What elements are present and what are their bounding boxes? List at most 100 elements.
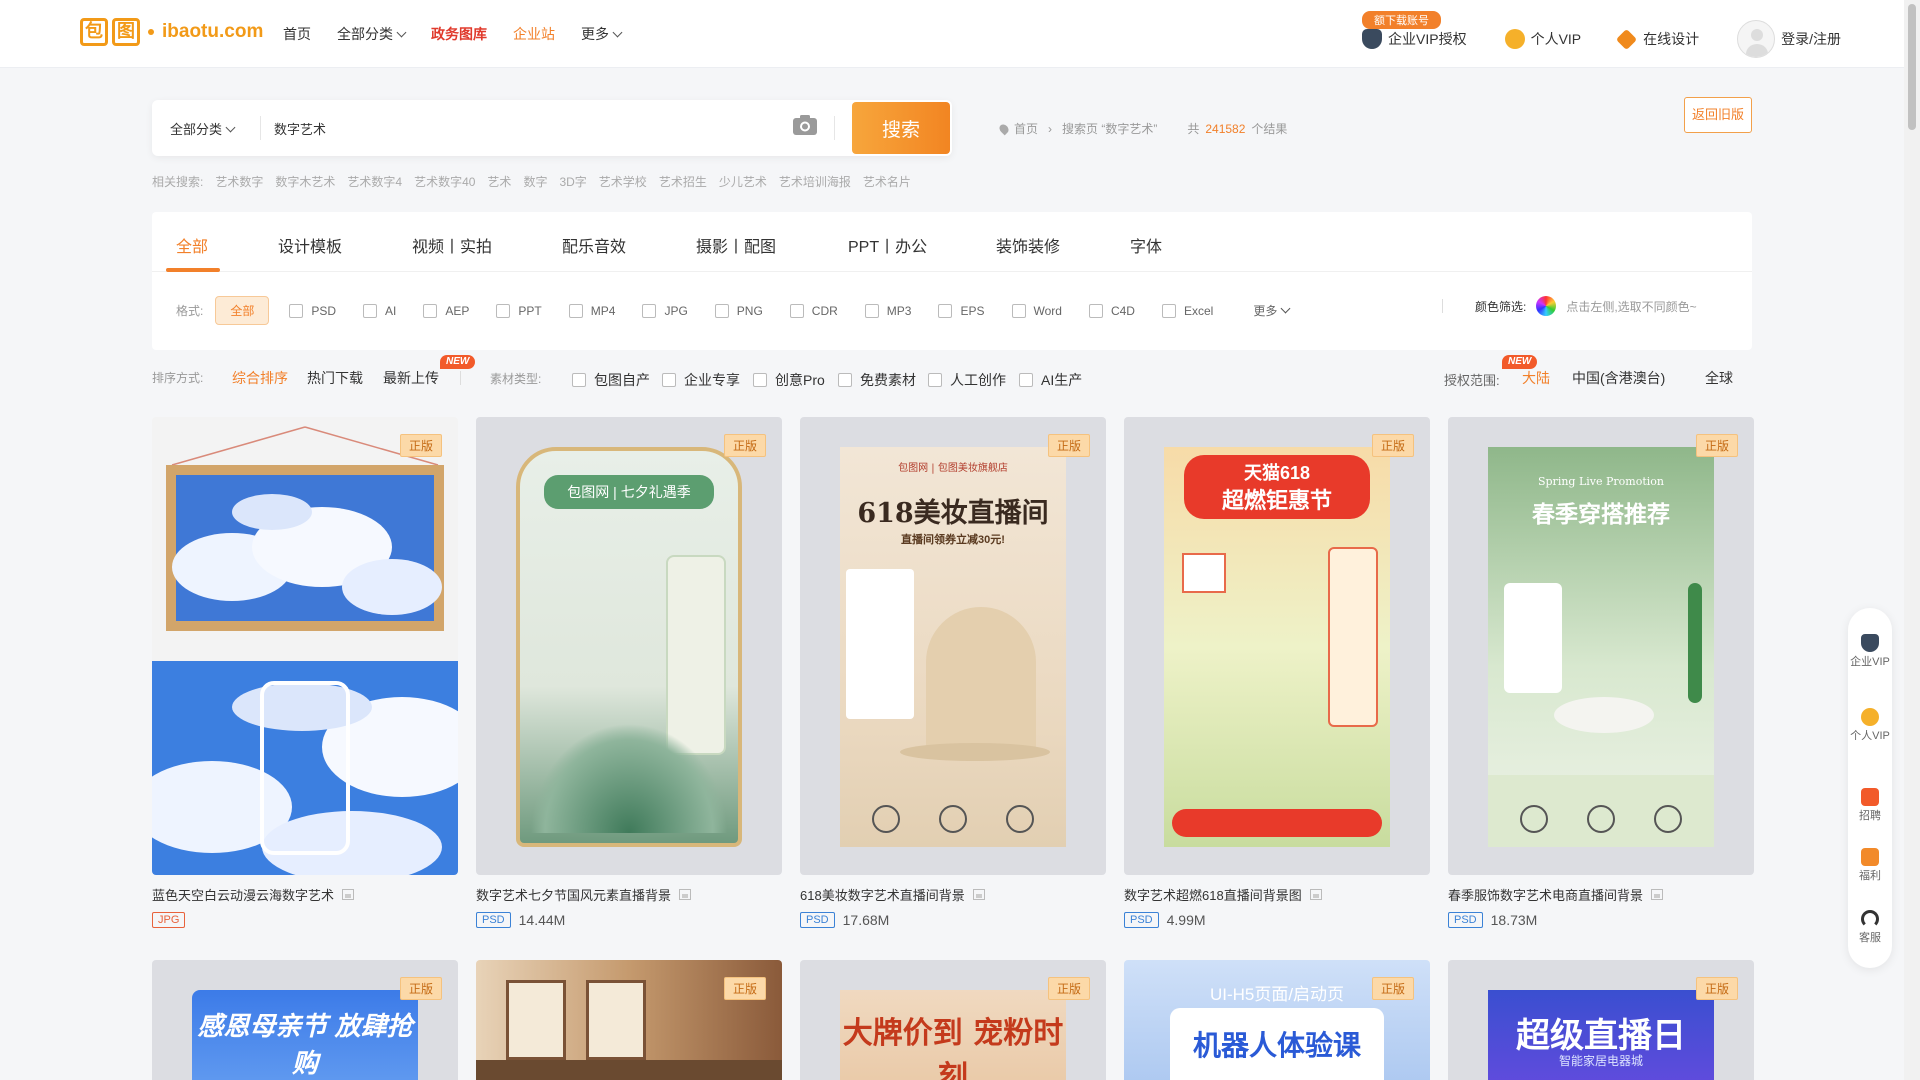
license-global[interactable]: 全球 (1705, 368, 1733, 388)
page-scrollbar[interactable] (1904, 0, 1920, 1080)
result-card[interactable]: 正版 蓝色天空白云动漫云海数字艺术 JPG (152, 417, 458, 928)
format-option[interactable]: MP4 (568, 303, 615, 318)
format-option[interactable]: Word (1011, 303, 1062, 318)
checkbox[interactable] (496, 303, 511, 318)
sort-hot-downloads[interactable]: 热门下载 (307, 368, 363, 388)
breadcrumb-home[interactable]: 首页 (1014, 120, 1038, 137)
license-mainland[interactable]: 大陆 (1522, 368, 1550, 388)
related-item[interactable]: 艺术数字4 (347, 173, 402, 190)
search-button[interactable]: 搜索 (852, 102, 950, 154)
card-thumbnail[interactable]: 包图网 | 包图美妆旗舰店 618美妆直播间 直播间领券立减30元! 正版 (800, 417, 1106, 875)
tab-music-sfx[interactable]: 配乐音效 (562, 233, 626, 257)
checkbox[interactable] (789, 303, 804, 318)
card-thumbnail[interactable]: Spring Live Promotion 春季穿搭推荐 正版 (1448, 417, 1754, 875)
side-benefits[interactable]: 福利 (1848, 848, 1892, 882)
result-card[interactable]: 感恩母亲节 放肆抢购 正版 (152, 960, 458, 1080)
related-item[interactable]: 艺术培训海报 (779, 173, 851, 190)
nav-more[interactable]: 更多 (581, 24, 623, 44)
nav-all-categories[interactable]: 全部分类 (337, 24, 407, 44)
related-item[interactable]: 艺术 (487, 173, 511, 190)
checkbox[interactable] (363, 303, 378, 318)
card-thumbnail[interactable]: 包图网 | 七夕礼遇季 正版 (476, 417, 782, 875)
tab-design-templates[interactable]: 设计模板 (278, 233, 342, 257)
related-item[interactable]: 艺术招生 (659, 173, 707, 190)
personal-vip-link[interactable]: 个人VIP (1504, 29, 1581, 49)
format-option[interactable]: AEP (423, 303, 469, 318)
result-card[interactable]: 正版 (476, 960, 782, 1080)
checkbox[interactable] (753, 373, 767, 387)
result-card[interactable]: Spring Live Promotion 春季穿搭推荐 正版 春季服饰数字艺术… (1448, 417, 1754, 928)
result-card[interactable]: 包图网 | 七夕礼遇季 正版 数字艺术七夕节国风元素直播背景 PSD 14.44M (476, 417, 782, 928)
related-item[interactable]: 艺术学校 (599, 173, 647, 190)
related-item[interactable]: 艺术数字40 (414, 173, 475, 190)
tab-decoration[interactable]: 装饰装修 (996, 233, 1060, 257)
checkbox[interactable] (1019, 373, 1033, 387)
card-thumbnail[interactable]: 正版 (476, 960, 782, 1080)
nav-gov-gallery[interactable]: 政务图库 (431, 24, 487, 44)
result-card[interactable]: UI-H5页面/启动页 机器人体验课 正版 (1124, 960, 1430, 1080)
card-thumbnail[interactable]: 感恩母亲节 放肆抢购 正版 (152, 960, 458, 1080)
material-type-option[interactable]: 人工创作 (928, 370, 1006, 390)
result-card[interactable]: 大牌价到 宠粉时刻 正版 (800, 960, 1106, 1080)
related-item[interactable]: 数字木艺术 (275, 173, 335, 190)
tab-video[interactable]: 视频丨实拍 (412, 233, 492, 257)
related-item[interactable]: 艺术名片 (863, 173, 911, 190)
nav-home[interactable]: 首页 (283, 24, 311, 44)
material-type-option[interactable]: 创意Pro (753, 370, 825, 390)
related-item[interactable]: 数字 (523, 173, 547, 190)
format-option[interactable]: PPT (496, 303, 542, 318)
material-type-option[interactable]: 包图自产 (572, 370, 650, 390)
tab-fonts[interactable]: 字体 (1130, 233, 1162, 257)
result-card[interactable]: 包图网 | 包图美妆旗舰店 618美妆直播间 直播间领券立减30元! 正版 61… (800, 417, 1106, 928)
tab-all[interactable]: 全部 (176, 233, 208, 257)
checkbox[interactable] (838, 373, 852, 387)
format-all-button[interactable]: 全部 (215, 296, 270, 325)
checkbox[interactable] (289, 303, 304, 318)
color-wheel-icon[interactable] (1536, 296, 1557, 316)
side-personal-vip[interactable]: 个人VIP (1848, 708, 1892, 742)
sort-comprehensive[interactable]: 综合排序 (232, 368, 288, 388)
online-design-link[interactable]: 在线设计 (1616, 28, 1699, 50)
result-card[interactable]: 超级直播日 智能家居电器城 正版 (1448, 960, 1754, 1080)
checkbox[interactable] (662, 373, 676, 387)
scrollbar-thumb[interactable] (1908, 4, 1916, 130)
related-item[interactable]: 3D字 (559, 173, 586, 190)
enterprise-vip-link[interactable]: 额下载账号 企业VIP授权 (1362, 11, 1467, 49)
card-title-row[interactable]: 蓝色天空白云动漫云海数字艺术 (152, 885, 458, 904)
related-item[interactable]: 艺术数字 (215, 173, 263, 190)
card-thumbnail[interactable]: 超级直播日 智能家居电器城 正版 (1448, 960, 1754, 1080)
format-option[interactable]: CDR (789, 303, 838, 318)
card-title-row[interactable]: 数字艺术超燃618直播间背景图 (1124, 885, 1430, 904)
card-thumbnail[interactable]: UI-H5页面/启动页 机器人体验课 正版 (1124, 960, 1430, 1080)
format-option[interactable]: PNG (714, 303, 763, 318)
card-title-row[interactable]: 数字艺术七夕节国风元素直播背景 (476, 885, 782, 904)
site-logo[interactable]: 包 图 ibaotu.com (80, 18, 263, 46)
search-input[interactable] (274, 114, 914, 142)
checkbox[interactable] (572, 373, 586, 387)
tab-photography[interactable]: 摄影丨配图 (696, 233, 776, 257)
checkbox[interactable] (568, 303, 583, 318)
card-title[interactable]: 春季服饰数字艺术电商直播间背景 (1448, 885, 1643, 904)
related-item[interactable]: 少儿艺术 (719, 173, 767, 190)
checkbox[interactable] (864, 303, 879, 318)
card-title-row[interactable]: 春季服饰数字艺术电商直播间背景 (1448, 885, 1754, 904)
side-recruitment[interactable]: 招聘 (1848, 788, 1892, 822)
result-card[interactable]: 天猫618 超燃钜惠节 正版 数字艺术超燃618直播间背景图 PSD 4.99M (1124, 417, 1430, 928)
side-enterprise-vip[interactable]: 企业VIP (1848, 634, 1892, 668)
nav-enterprise[interactable]: 企业站 (513, 24, 555, 44)
format-option[interactable]: AI (363, 303, 396, 318)
format-option[interactable]: C4D (1088, 303, 1135, 318)
card-thumbnail[interactable]: 大牌价到 宠粉时刻 正版 (800, 960, 1106, 1080)
checkbox[interactable] (642, 303, 657, 318)
format-option[interactable]: PSD (289, 303, 336, 318)
tab-ppt-office[interactable]: PPT丨办公 (848, 233, 927, 257)
material-type-option[interactable]: 免费素材 (838, 370, 916, 390)
material-type-option[interactable]: 企业专享 (662, 370, 740, 390)
checkbox[interactable] (1161, 303, 1176, 318)
card-thumbnail[interactable]: 正版 (152, 417, 458, 875)
card-title[interactable]: 蓝色天空白云动漫云海数字艺术 (152, 885, 334, 904)
side-customer-service[interactable]: 客服 (1848, 910, 1892, 944)
checkbox[interactable] (714, 303, 729, 318)
checkbox[interactable] (1088, 303, 1103, 318)
card-title[interactable]: 数字艺术七夕节国风元素直播背景 (476, 885, 671, 904)
